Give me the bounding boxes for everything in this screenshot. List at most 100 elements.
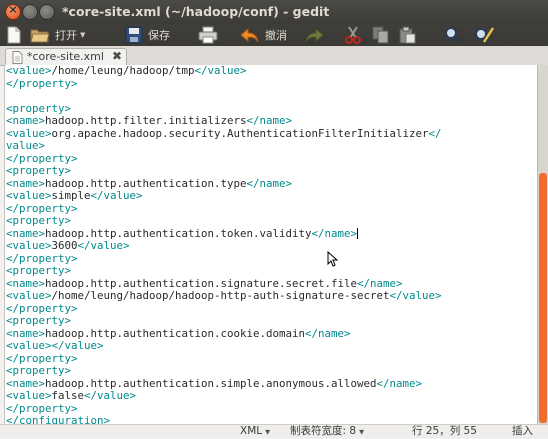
xml-tag: </name> xyxy=(246,114,293,127)
xml-tag: <name> xyxy=(6,326,46,340)
xml-text: hadoop.http.authentication.token.validit… xyxy=(45,226,312,240)
open-recent-arrow-icon[interactable]: ▼ xyxy=(80,31,85,39)
close-icon: × xyxy=(8,3,18,16)
xml-tag: <value> xyxy=(6,389,52,402)
title-bar: × *core-site.xml (~/hadoop/conf) - gedit xyxy=(0,0,548,24)
code-line: </property> xyxy=(5,201,537,216)
code-line: value> xyxy=(5,139,537,153)
find-button[interactable] xyxy=(444,25,462,45)
find-replace-button[interactable] xyxy=(474,25,494,45)
redo-icon xyxy=(305,27,324,43)
save-label: 保存 xyxy=(148,29,170,42)
find-replace-icon xyxy=(475,27,494,43)
tab-width-selector[interactable]: 制表符宽度: 8 ▼ xyxy=(290,425,364,439)
xml-tag: </property> xyxy=(6,401,78,415)
xml-tag: </value> xyxy=(194,65,247,77)
xml-text: hadoop.http.authentication.signature.sec… xyxy=(45,276,358,290)
code-line: <value>/home/leung/hadoop/hadoop-http-au… xyxy=(5,289,537,303)
code-line: </property> xyxy=(5,151,537,166)
code-line: </configuration> xyxy=(5,414,537,424)
document-tab-bar: *core-site.xml ✖ xyxy=(0,46,548,66)
xml-tag: </value> xyxy=(389,289,442,302)
xml-tag: <property> xyxy=(6,364,72,377)
xml-tag: </property> xyxy=(6,76,78,90)
vertical-scrollbar[interactable] xyxy=(537,65,548,424)
code-line: </property> xyxy=(5,351,537,366)
redo-button[interactable] xyxy=(304,25,324,45)
xml-tag: <name> xyxy=(6,276,46,290)
xml-tag: </value> xyxy=(90,189,143,202)
xml-tag: value> xyxy=(6,139,46,152)
print-button[interactable] xyxy=(198,25,218,45)
open-label: 打开 xyxy=(55,29,77,42)
code-line: </property> xyxy=(5,301,537,316)
code-line: </property> xyxy=(5,76,537,91)
xml-tag: </property> xyxy=(6,351,78,365)
xml-text: /home/leung/hadoop/tmp xyxy=(51,65,195,77)
xml-text: hadoop.http.filter.initializers xyxy=(45,114,247,127)
text-editor-area[interactable]: <value>/home/leung/hadoop/tmp</value> </p… xyxy=(4,65,537,424)
xml-tag: </value> xyxy=(84,389,137,402)
xml-tag: </property> xyxy=(6,301,78,315)
xml-tag: </value> xyxy=(51,339,104,352)
xml-tag: <property> xyxy=(6,214,72,227)
xml-tag: </name> xyxy=(357,276,403,290)
open-button[interactable]: 打开 ▼ xyxy=(30,25,85,45)
xml-text: org.apache.hadoop.security.Authenticatio… xyxy=(51,126,429,140)
copy-icon xyxy=(372,26,389,44)
xml-tag: <name> xyxy=(6,176,46,190)
xml-tag: <property> xyxy=(6,101,72,115)
xml-tag: <name> xyxy=(6,114,46,127)
undo-icon xyxy=(240,27,259,43)
xml-tag: </property> xyxy=(6,201,78,215)
xml-tag: </property> xyxy=(6,251,78,265)
save-button[interactable]: 保存 xyxy=(125,25,170,45)
xml-tag: </name> xyxy=(246,176,293,190)
copy-button[interactable] xyxy=(372,25,390,45)
xml-text: hadoop.http.authentication.simple.anonym… xyxy=(45,376,377,390)
xml-text: hadoop.http.authentication.cookie.domain xyxy=(45,326,306,340)
scissors-icon xyxy=(345,26,361,44)
tab-close-icon[interactable]: ✖ xyxy=(112,49,122,63)
open-folder-icon xyxy=(30,29,50,43)
undo-button[interactable]: 撤消 xyxy=(240,25,287,45)
window-minimize-button[interactable] xyxy=(22,4,38,20)
scrollbar-thumb[interactable] xyxy=(539,173,547,423)
paste-button[interactable] xyxy=(398,25,416,45)
cut-button[interactable] xyxy=(344,25,362,45)
xml-tag: <name> xyxy=(6,376,46,390)
xml-tag: <property> xyxy=(6,264,72,277)
xml-tag: <value> xyxy=(6,65,52,77)
xml-tag: <value> xyxy=(6,339,52,352)
xml-text: /home/leung/hadoop/hadoop-http-auth-sign… xyxy=(51,289,390,302)
text-caret xyxy=(357,228,359,239)
save-icon xyxy=(125,26,143,44)
window-maximize-button[interactable] xyxy=(39,4,55,20)
paste-icon xyxy=(399,26,416,44)
code-line: <value>org.apache.hadoop.security.Authen… xyxy=(5,126,537,141)
xml-tag: </ xyxy=(428,126,442,140)
xml-tag: </property> xyxy=(6,151,78,165)
code-line: <value>/home/leung/hadoop/tmp</value> xyxy=(5,65,537,78)
tab-core-site-xml[interactable]: *core-site.xml ✖ xyxy=(5,48,127,65)
xml-text: false xyxy=(51,389,85,402)
printer-icon xyxy=(198,26,218,44)
new-document-icon xyxy=(7,26,21,44)
code-line: <value>false</value> xyxy=(5,389,537,403)
xml-tag: </configuration> xyxy=(6,414,111,424)
xml-tag: </value> xyxy=(77,239,130,252)
language-selector[interactable]: XML ▼ xyxy=(240,425,270,439)
code-line: <value></value> xyxy=(5,339,537,353)
xml-text: 3600 xyxy=(51,239,78,252)
magnifier-icon xyxy=(445,27,462,44)
insert-mode: 插入 xyxy=(512,425,533,437)
code-line: </property> xyxy=(5,251,537,266)
new-button[interactable] xyxy=(6,25,22,45)
language-arrow-icon: ▼ xyxy=(265,428,271,436)
tab-label: *core-site.xml xyxy=(27,50,104,63)
window-close-button[interactable]: × xyxy=(5,3,21,20)
xml-tag: <property> xyxy=(6,314,72,327)
xml-tag: <property> xyxy=(6,164,72,177)
mouse-pointer-icon xyxy=(327,251,339,267)
